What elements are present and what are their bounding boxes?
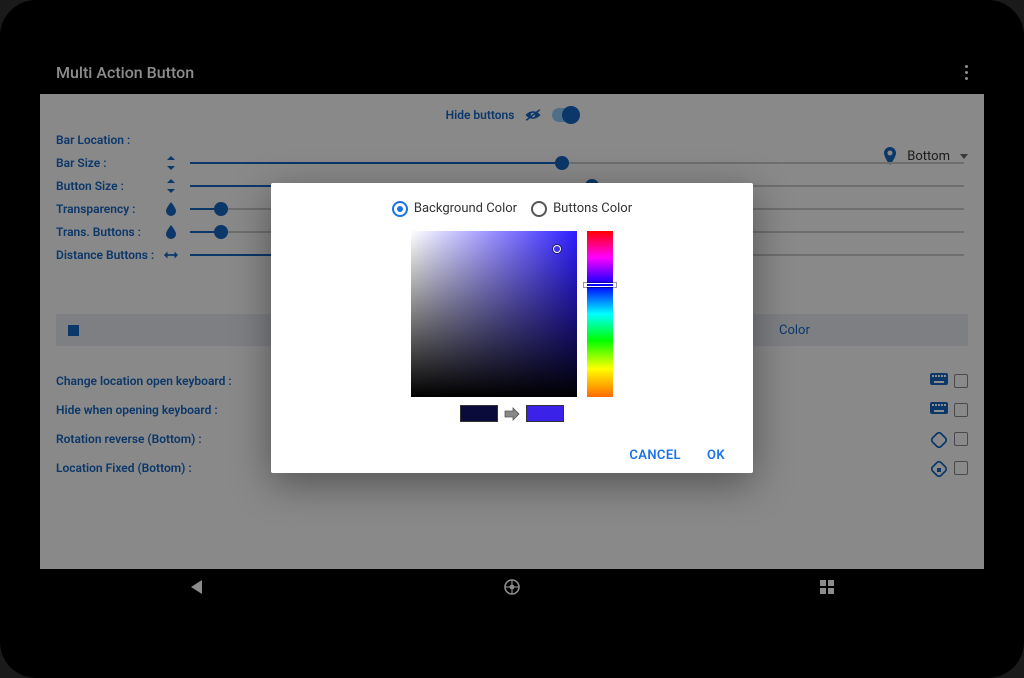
dialog-actions: CANCEL OK (293, 444, 731, 463)
color-picker-area (293, 231, 731, 397)
arrow-right-icon (504, 406, 520, 420)
radio-btn-label: Buttons Color (553, 201, 632, 216)
new-color-swatch (526, 405, 564, 422)
app-screen: Multi Action Button Hide buttons Bottom (40, 50, 984, 605)
ok-button[interactable]: OK (707, 448, 725, 463)
radio-buttons-color[interactable]: Buttons Color (531, 201, 632, 217)
color-picker-dialog: Background Color Buttons Color (271, 183, 753, 473)
radio-bg-label: Background Color (414, 201, 517, 216)
old-color-swatch (460, 405, 498, 422)
color-target-radios: Background Color Buttons Color (293, 201, 731, 217)
saturation-value-picker[interactable] (411, 231, 577, 397)
sv-cursor-icon (553, 245, 561, 253)
radio-background-color[interactable]: Background Color (392, 201, 517, 217)
radio-selected-icon (392, 201, 408, 217)
tablet-frame: Multi Action Button Hide buttons Bottom (0, 0, 1024, 678)
cancel-button[interactable]: CANCEL (629, 448, 681, 463)
radio-unselected-icon (531, 201, 547, 217)
hue-slider[interactable] (587, 231, 613, 397)
hue-cursor-icon (584, 283, 616, 287)
color-compare-swatches (293, 405, 731, 422)
